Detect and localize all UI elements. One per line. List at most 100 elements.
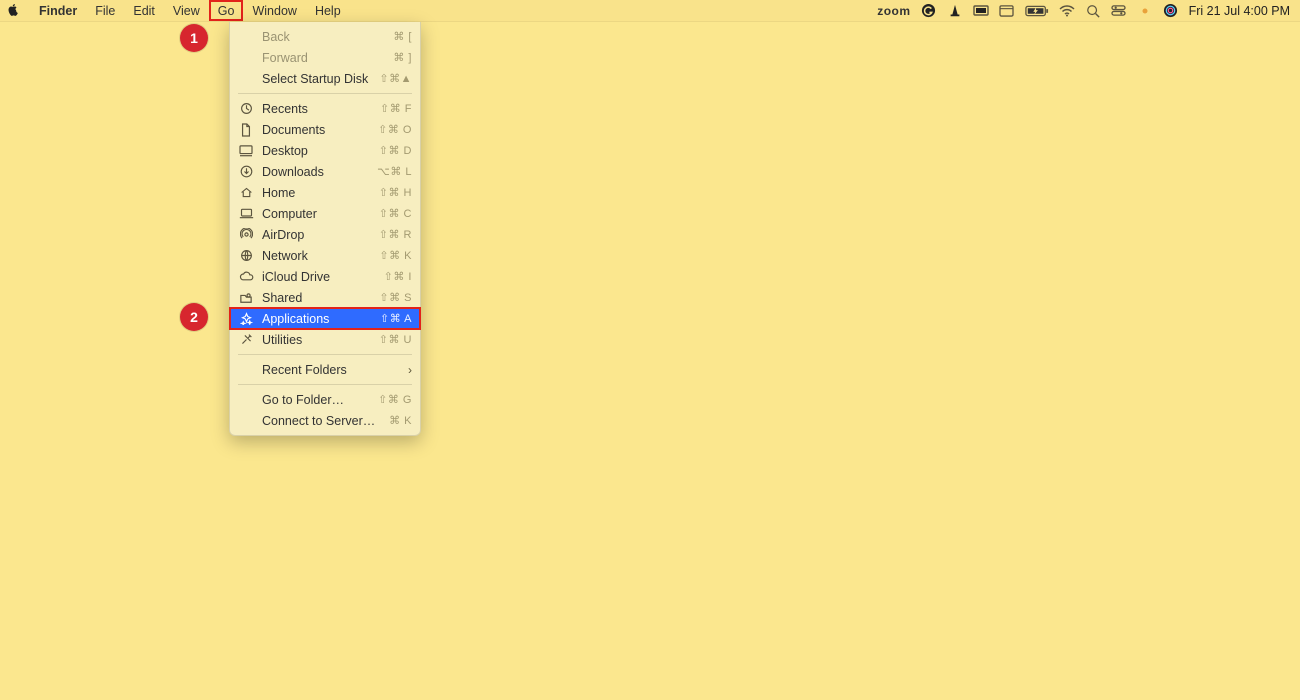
- menu-item-recent-folders[interactable]: Recent Folders›: [230, 359, 420, 380]
- menu-item-shortcut: ⌘ [: [393, 30, 412, 43]
- menu-view[interactable]: View: [164, 0, 209, 21]
- menu-item-shortcut: ⌘ K: [389, 414, 412, 427]
- menu-item-go-to-folder[interactable]: Go to Folder…⇧⌘ G: [230, 389, 420, 410]
- menu-item-shortcut: ⇧⌘ S: [379, 291, 412, 304]
- menu-item-shortcut: ⌘ ]: [393, 51, 412, 64]
- menu-item-shortcut: ⇧⌘ A: [380, 312, 412, 325]
- vlc-icon[interactable]: [947, 3, 963, 19]
- siri-icon[interactable]: [1163, 3, 1179, 19]
- download-icon: [238, 164, 254, 180]
- grammarly-icon[interactable]: [921, 3, 937, 19]
- menu-item-label: Recent Folders: [262, 363, 408, 377]
- chevron-right-icon: ›: [408, 363, 412, 377]
- menu-item-label: Connect to Server…: [262, 414, 389, 428]
- tools-icon: [238, 332, 254, 348]
- menu-item-label: iCloud Drive: [262, 270, 384, 284]
- menu-item-label: Network: [262, 249, 379, 263]
- display-icon[interactable]: [973, 3, 989, 19]
- menu-file[interactable]: File: [86, 0, 124, 21]
- callout-badge-2: 2: [180, 303, 208, 331]
- menubar-right: zoom Fri 21 Jul 4:00 PM: [877, 0, 1300, 21]
- wifi-icon[interactable]: [1059, 3, 1075, 19]
- blank-icon: [238, 413, 254, 429]
- menu-separator: [238, 384, 412, 385]
- menu-item-shortcut: ⇧⌘ H: [379, 186, 412, 199]
- menu-item-shortcut: ⇧⌘ I: [384, 270, 412, 283]
- menubar-left: Finder File Edit View Go Window Help: [0, 0, 350, 21]
- blank-icon: [238, 392, 254, 408]
- laptop-icon: [238, 206, 254, 222]
- date-icon[interactable]: [999, 3, 1015, 19]
- menu-item-shortcut: ⌥⌘ L: [377, 165, 412, 178]
- menu-item-network[interactable]: Network⇧⌘ K: [230, 245, 420, 266]
- menu-item-utilities[interactable]: Utilities⇧⌘ U: [230, 329, 420, 350]
- shared-icon: [238, 290, 254, 306]
- callout-badge-1: 1: [180, 24, 208, 52]
- home-icon: [238, 185, 254, 201]
- menu-item-label: Computer: [262, 207, 379, 221]
- menu-item-desktop[interactable]: Desktop⇧⌘ D: [230, 140, 420, 161]
- blank-icon: [238, 71, 254, 87]
- menu-item-label: Select Startup Disk: [262, 72, 379, 86]
- spotlight-icon[interactable]: [1085, 3, 1101, 19]
- menu-item-label: Applications: [262, 312, 380, 326]
- apple-logo-icon: [8, 4, 22, 18]
- blank-icon: [238, 29, 254, 45]
- menu-edit[interactable]: Edit: [124, 0, 164, 21]
- apple-menu[interactable]: [0, 4, 30, 18]
- menu-go[interactable]: Go: [209, 0, 244, 21]
- clock-icon: [238, 101, 254, 117]
- menu-separator: [238, 354, 412, 355]
- menu-item-shared[interactable]: Shared⇧⌘ S: [230, 287, 420, 308]
- menu-item-label: Documents: [262, 123, 378, 137]
- menu-item-label: Back: [262, 30, 393, 44]
- blank-icon: [238, 50, 254, 66]
- menu-window[interactable]: Window: [243, 0, 305, 21]
- menu-item-shortcut: ⇧⌘ C: [379, 207, 412, 220]
- menu-item-downloads[interactable]: Downloads⌥⌘ L: [230, 161, 420, 182]
- battery-icon[interactable]: [1025, 3, 1049, 19]
- menu-item-shortcut: ⇧⌘ D: [379, 144, 412, 157]
- notification-dot-icon[interactable]: [1137, 3, 1153, 19]
- control-center-icon[interactable]: [1111, 3, 1127, 19]
- menu-item-computer[interactable]: Computer⇧⌘ C: [230, 203, 420, 224]
- menubar-clock[interactable]: Fri 21 Jul 4:00 PM: [1189, 4, 1290, 18]
- menu-item-select-startup-disk[interactable]: Select Startup Disk⇧⌘▲: [230, 68, 420, 89]
- menu-finder[interactable]: Finder: [30, 0, 86, 21]
- menu-item-connect-to-server[interactable]: Connect to Server…⌘ K: [230, 410, 420, 431]
- menu-item-label: Home: [262, 186, 379, 200]
- menubar: Finder File Edit View Go Window Help zoo…: [0, 0, 1300, 22]
- doc-icon: [238, 122, 254, 138]
- menu-item-label: Go to Folder…: [262, 393, 378, 407]
- menu-item-label: Forward: [262, 51, 393, 65]
- menu-item-airdrop[interactable]: AirDrop⇧⌘ R: [230, 224, 420, 245]
- menu-item-back: Back⌘ [: [230, 26, 420, 47]
- menu-item-label: Desktop: [262, 144, 379, 158]
- menu-item-shortcut: ⇧⌘ O: [378, 123, 412, 136]
- menu-item-applications[interactable]: Applications⇧⌘ A: [230, 308, 420, 329]
- menu-item-home[interactable]: Home⇧⌘ H: [230, 182, 420, 203]
- menu-item-label: Downloads: [262, 165, 377, 179]
- zoom-status[interactable]: zoom: [877, 3, 910, 19]
- airdrop-icon: [238, 227, 254, 243]
- cloud-icon: [238, 269, 254, 285]
- menu-item-shortcut: ⇧⌘ K: [379, 249, 412, 262]
- menu-item-documents[interactable]: Documents⇧⌘ O: [230, 119, 420, 140]
- menu-item-label: AirDrop: [262, 228, 379, 242]
- desktop-icon: [238, 143, 254, 159]
- menu-item-icloud-drive[interactable]: iCloud Drive⇧⌘ I: [230, 266, 420, 287]
- menu-item-shortcut: ⇧⌘ U: [379, 333, 412, 346]
- menu-item-forward: Forward⌘ ]: [230, 47, 420, 68]
- menu-item-shortcut: ⇧⌘▲: [379, 72, 412, 85]
- menu-item-shortcut: ⇧⌘ F: [380, 102, 412, 115]
- menu-separator: [238, 93, 412, 94]
- go-dropdown-menu: Back⌘ [Forward⌘ ]Select Startup Disk⇧⌘▲R…: [229, 22, 421, 436]
- menu-item-recents[interactable]: Recents⇧⌘ F: [230, 98, 420, 119]
- blank-icon: [238, 362, 254, 378]
- menu-item-shortcut: ⇧⌘ R: [379, 228, 412, 241]
- globe-icon: [238, 248, 254, 264]
- menu-item-label: Shared: [262, 291, 379, 305]
- menu-item-label: Recents: [262, 102, 380, 116]
- menu-help[interactable]: Help: [306, 0, 350, 21]
- apps-icon: [238, 311, 254, 327]
